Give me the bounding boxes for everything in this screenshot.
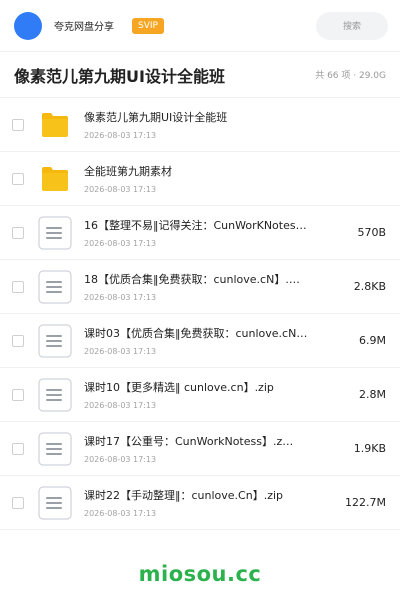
list-item[interactable]: 课时22【手动整理‖：cunlove.Cn】.zip 2026-08-03 17:… (0, 476, 400, 530)
item-name[interactable]: 课时10【更多精选‖ cunlove.cn】.zip (84, 379, 312, 395)
item-checkbox[interactable] (12, 388, 24, 401)
document-icon (38, 215, 72, 250)
avatar[interactable] (14, 11, 42, 40)
item-name[interactable]: 18【优质合集‖免费获取：cunlove.cN】.… (84, 271, 312, 287)
list-item[interactable]: 16【整理不易‖记得关注：CunWorKNotes… 2026-08-03 17:… (0, 206, 400, 260)
item-date: 2026-08-03 17:13 (84, 347, 157, 356)
file-list: 像素范儿第九期UI设计全能班 2026-08-03 17:13 全能班第九期素材 20… (0, 98, 400, 530)
item-name[interactable]: 课时17【公重号：CunWorkNotess】.z… (84, 433, 312, 449)
list-item[interactable]: 18【优质合集‖免费获取：cunlove.cN】.… 2026-08-03 17:… (0, 260, 400, 314)
item-info: 课时03【优质合集‖免费获取：cunlove.cN… 2026-08-03 17:… (84, 325, 338, 356)
item-name[interactable]: 全能班第九期素材 (84, 163, 312, 179)
item-date: 2026-08-03 17:13 (84, 509, 157, 518)
list-item[interactable]: 全能班第九期素材 2026-08-03 17:13 (0, 152, 400, 206)
list-item[interactable]: 课时10【更多精选‖ cunlove.cn】.zip 2026-08-03 17:… (0, 368, 400, 422)
footer-logo[interactable]: miosou.cc (139, 562, 262, 586)
item-info: 课时10【更多精选‖ cunlove.cn】.zip 2026-08-03 17:… (84, 379, 338, 410)
item-checkbox[interactable] (12, 226, 24, 239)
document-icon (38, 269, 72, 304)
folder-meta: 共 66 项 · 29.0G (315, 71, 386, 81)
item-checkbox[interactable] (12, 334, 24, 347)
item-date: 2026-08-03 17:13 (84, 131, 157, 140)
item-size: 2.8M (359, 388, 386, 401)
item-size: 122.7M (345, 496, 386, 509)
document-icon (38, 323, 72, 358)
item-date: 2026-08-03 17:13 (84, 455, 157, 464)
brand-label: 夸克网盘分享 (54, 22, 114, 33)
item-info: 16【整理不易‖记得关注：CunWorKNotes… 2026-08-03 17:… (84, 217, 338, 248)
item-date: 2026-08-03 17:13 (84, 293, 157, 302)
page-title: 像素范儿第九期UI设计全能班 (14, 66, 225, 86)
item-size: 2.8KB (353, 280, 386, 293)
item-checkbox[interactable] (12, 442, 24, 455)
item-name[interactable]: 课时22【手动整理‖：cunlove.Cn】.zip (84, 487, 312, 503)
item-info: 课时17【公重号：CunWorkNotess】.z… 2026-08-03 17:… (84, 433, 338, 464)
item-info: 18【优质合集‖免费获取：cunlove.cN】.… 2026-08-03 17:… (84, 271, 338, 302)
item-name[interactable]: 16【整理不易‖记得关注：CunWorKNotes… (84, 217, 312, 233)
item-info: 全能班第九期素材 2026-08-03 17:13 (84, 163, 338, 194)
item-size: 570B (357, 226, 386, 239)
item-info: 课时22【手动整理‖：cunlove.Cn】.zip 2026-08-03 17:… (84, 487, 337, 518)
folder-icon (38, 162, 72, 196)
svip-badge: SVIP (132, 17, 164, 34)
folder-title-bar: 像素范儿第九期UI设计全能班 共 66 项 · 29.0G (0, 52, 400, 98)
folder-icon (38, 108, 72, 142)
item-checkbox[interactable] (12, 118, 24, 131)
list-item[interactable]: 像素范儿第九期UI设计全能班 2026-08-03 17:13 (0, 98, 400, 152)
item-checkbox[interactable] (12, 496, 24, 509)
search-button[interactable]: 搜索 (316, 11, 388, 40)
document-icon (38, 377, 72, 412)
item-info: 像素范儿第九期UI设计全能班 2026-08-03 17:13 (84, 109, 338, 140)
item-date: 2026-08-03 17:13 (84, 185, 157, 194)
document-icon (38, 431, 72, 466)
item-date: 2026-08-03 17:13 (84, 401, 157, 410)
item-size: 1.9KB (353, 442, 386, 455)
document-icon (38, 485, 72, 520)
item-name[interactable]: 像素范儿第九期UI设计全能班 (84, 109, 312, 125)
list-item[interactable]: 课时17【公重号：CunWorkNotess】.z… 2026-08-03 17:… (0, 422, 400, 476)
app-header: 夸克网盘分享 SVIP 搜索 (0, 0, 400, 52)
item-date: 2026-08-03 17:13 (84, 239, 157, 248)
footer: miosou.cc (0, 548, 400, 600)
item-name[interactable]: 课时03【优质合集‖免费获取：cunlove.cN… (84, 325, 312, 341)
list-item[interactable]: 课时03【优质合集‖免费获取：cunlove.cN… 2026-08-03 17:… (0, 314, 400, 368)
item-checkbox[interactable] (12, 280, 24, 293)
item-size: 6.9M (359, 334, 386, 347)
item-checkbox[interactable] (12, 172, 24, 185)
